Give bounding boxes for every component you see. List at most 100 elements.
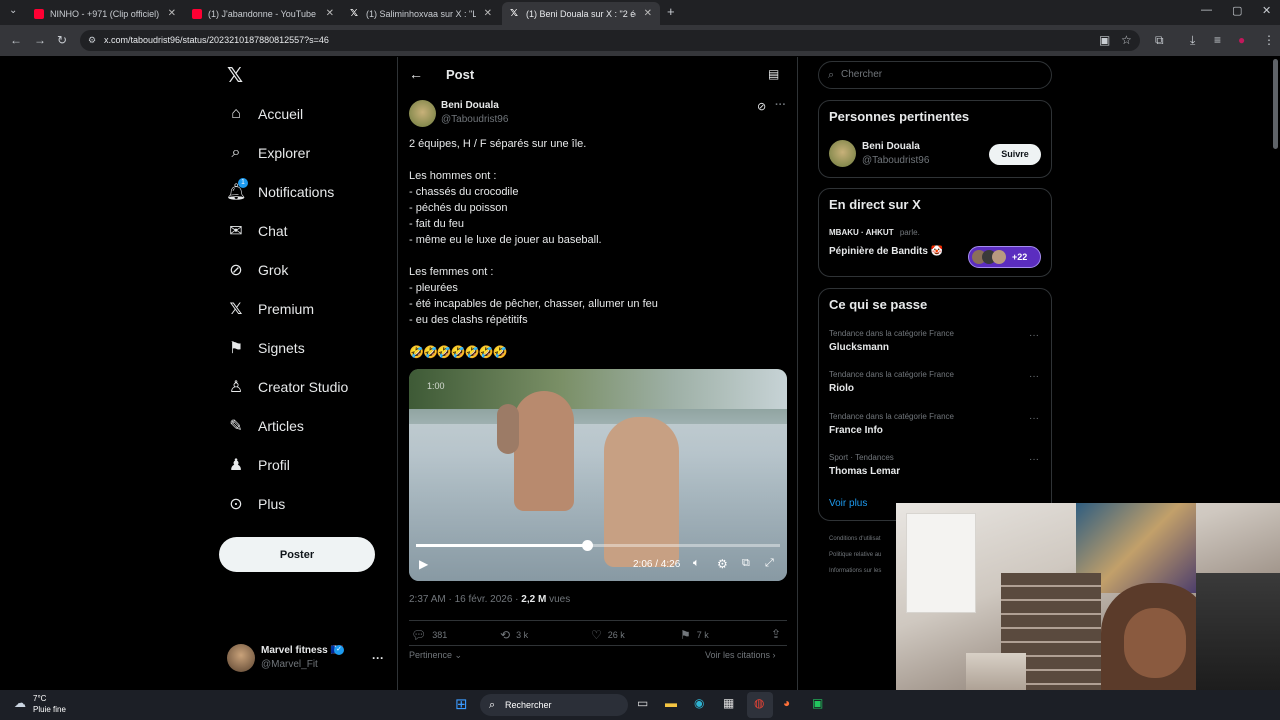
author-handle[interactable]: @Taboudrist96 — [441, 114, 508, 125]
app-icon[interactable]: ▣ — [812, 696, 823, 710]
live-listeners-pill[interactable]: +22 — [968, 246, 1041, 268]
author-avatar[interactable] — [409, 100, 436, 127]
back-icon[interactable]: ← — [10, 33, 22, 47]
file-explorer-icon[interactable]: ▬ — [665, 696, 677, 710]
live-space-title[interactable]: Pépinière de Bandits 🤡 — [829, 246, 943, 257]
nav-item-creator-studio[interactable]: ♙ Creator Studio — [226, 374, 348, 400]
trend-more-icon[interactable]: ··· — [1029, 413, 1039, 424]
browser-tab-2[interactable]: (1) J'abandonne - YouTube ✕ — [184, 2, 342, 25]
forward-icon[interactable]: → — [34, 33, 46, 47]
grok-icon: ⊘ — [229, 262, 243, 279]
account-more-icon[interactable]: ··· — [372, 651, 384, 665]
trend-more-icon[interactable]: ··· — [1029, 454, 1039, 465]
menu-icon[interactable]: ⋮ — [1263, 33, 1275, 47]
media-icon[interactable]: ≡ — [1214, 33, 1221, 47]
settings-icon[interactable]: ⚙ — [717, 557, 728, 571]
task-view-icon[interactable]: ▭ — [637, 696, 648, 710]
nav-item-notifications[interactable]: 🔔︎ 1 Notifications — [226, 178, 334, 205]
maximize-button[interactable]: ▢ — [1232, 4, 1242, 17]
live-hosts[interactable]: MBAKU · AHKUT — [829, 228, 894, 237]
profile-icon[interactable]: ● — [1238, 33, 1245, 47]
show-more-link[interactable]: Voir plus — [829, 498, 867, 509]
extensions-icon[interactable]: ⧉ — [1155, 33, 1164, 48]
nav-item-premium[interactable]: 𝕏 Premium — [226, 296, 314, 322]
follow-button[interactable]: Suivre — [989, 144, 1041, 165]
video-water — [409, 424, 787, 581]
nav-item-profil[interactable]: ♟ Profil — [226, 452, 290, 478]
close-icon[interactable]: ✕ — [326, 8, 334, 19]
trend-more-icon[interactable]: ··· — [1029, 371, 1039, 382]
close-window-button[interactable]: ✕ — [1262, 4, 1271, 17]
download-icon[interactable]: ⤓ — [1190, 33, 1195, 48]
view-quotes-link[interactable]: Voir les citations › — [705, 650, 776, 660]
post-timestamp[interactable]: 2:37 AM · 16 févr. 2026 · — [409, 594, 521, 605]
grok-explain-icon[interactable]: ⊘ — [757, 100, 766, 113]
relevant-name[interactable]: Beni Douala — [862, 141, 920, 152]
footer-link[interactable]: Informations sur les — [829, 568, 881, 574]
minimize-button[interactable]: — — [1201, 4, 1212, 16]
video-scrubber-handle[interactable] — [582, 540, 594, 551]
browser-tab-4[interactable]: 𝕏 (1) Beni Douala sur X : "2 équip ✕ — [502, 2, 660, 25]
nav-item-plus[interactable]: ⊙ Plus — [226, 491, 285, 517]
nav-item-explorer[interactable]: ⌕ Explorer — [226, 140, 311, 166]
play-icon[interactable]: ▶ — [419, 557, 428, 571]
search-input[interactable]: ⌕ Chercher — [818, 61, 1052, 89]
reload-icon[interactable]: ↻ — [57, 33, 67, 47]
repost-button[interactable]: ⟲ 3 k — [500, 628, 528, 642]
trend-name[interactable]: Thomas Lemar — [829, 466, 900, 477]
trend-name[interactable]: Glucksmann — [829, 342, 889, 353]
taskbar-search[interactable]: ⌕ Rechercher — [480, 694, 628, 716]
like-button[interactable]: ♡ 26 k — [591, 628, 625, 642]
footer-link[interactable]: Politique relative au — [829, 552, 881, 558]
weather-icon[interactable]: ☁ — [14, 696, 26, 710]
edge-icon[interactable]: ◉ — [694, 696, 704, 710]
back-arrow-icon[interactable]: ← — [409, 66, 423, 82]
x-logo-icon[interactable]: 𝕏 — [227, 63, 243, 88]
nav-item-articles[interactable]: ✎ Articles — [226, 413, 304, 439]
nav-item-grok[interactable]: ⊘ Grok — [226, 257, 288, 283]
store-icon[interactable]: ▦ — [723, 696, 734, 710]
bookmark-button[interactable]: ⚑ 7 k — [680, 628, 709, 642]
address-bar[interactable]: ⚙ x.com/taboudrist96/status/202321018788… — [80, 30, 1140, 51]
relevant-avatar[interactable] — [829, 140, 856, 167]
nav-item-accueil[interactable]: ⌂ Accueil — [226, 101, 303, 127]
trend-category: Sport · Tendances — [829, 453, 894, 462]
footer-link[interactable]: Conditions d'utilisat — [829, 536, 881, 542]
sort-dropdown[interactable]: Pertinence ⌄ — [409, 650, 462, 661]
nav-item-chat[interactable]: ✉ Chat — [226, 218, 287, 244]
trend-name[interactable]: Riolo — [829, 383, 854, 394]
volume-icon[interactable]: 🔈︎ — [693, 557, 700, 570]
close-icon[interactable]: ✕ — [484, 8, 492, 19]
trend-more-icon[interactable]: ··· — [1029, 330, 1039, 341]
reply-button[interactable]: 💬︎ 381 — [411, 628, 447, 642]
account-avatar[interactable] — [227, 644, 255, 672]
page-scrollbar[interactable] — [1273, 59, 1278, 149]
share-icon[interactable]: ⇪ — [771, 627, 781, 641]
author-name[interactable]: Beni Douala — [441, 100, 499, 111]
chrome-taskbar-button[interactable]: ◍ — [747, 692, 773, 718]
video-progress-track[interactable] — [416, 540, 780, 551]
bookmark-star-icon[interactable]: ☆ — [1121, 33, 1132, 47]
site-info-icon[interactable]: ⚙ — [88, 30, 96, 51]
trend-name[interactable]: France Info — [829, 425, 883, 436]
windows-start-icon[interactable]: ⊞ — [455, 695, 468, 713]
post-button[interactable]: Poster — [219, 537, 375, 572]
tab-list-icon[interactable]: ⌄ — [9, 5, 17, 16]
new-tab-button[interactable]: + — [667, 4, 675, 19]
cast-icon[interactable]: ▣ — [1099, 33, 1110, 47]
nav-item-signets[interactable]: ⚑ Signets — [226, 335, 305, 361]
user-icon: ♟ — [228, 457, 244, 474]
browser-tab-1[interactable]: NINHO - +971 (Clip officiel) - Y ✕ — [26, 2, 184, 25]
post-text-line: - péchés du poisson — [409, 202, 508, 214]
column-divider — [397, 57, 398, 690]
reader-icon[interactable]: ▤ — [768, 67, 779, 81]
relevant-handle[interactable]: @Taboudrist96 — [862, 155, 929, 166]
browser-tab-3[interactable]: 𝕏 (1) Saliminhoxvaa sur X : "L'ex ✕ — [342, 2, 500, 25]
fullscreen-icon[interactable]: ⤢ — [765, 557, 774, 570]
firefox-icon[interactable]: ◕ — [783, 696, 790, 710]
video-player[interactable]: 1:00 ▶ 2:06 / 4:26 🔈︎ ⚙ ⧉ ⤢ — [409, 369, 787, 581]
pip-icon[interactable]: ⧉ — [742, 557, 750, 570]
close-icon[interactable]: ✕ — [644, 8, 652, 19]
close-icon[interactable]: ✕ — [168, 8, 176, 19]
post-more-icon[interactable]: ··· — [775, 99, 786, 111]
